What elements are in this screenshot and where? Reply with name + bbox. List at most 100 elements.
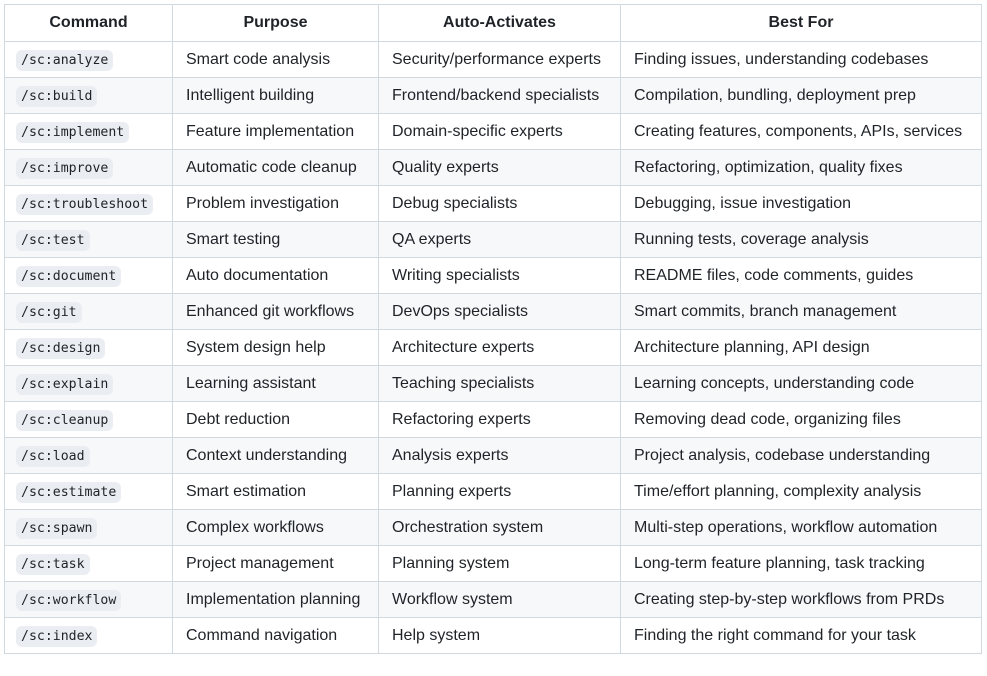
- best-for-cell: Learning concepts, understanding code: [620, 365, 982, 402]
- command-code: /sc:git: [16, 301, 82, 323]
- best-for-cell: Multi-step operations, workflow automati…: [620, 509, 982, 546]
- purpose-cell: System design help: [172, 329, 379, 366]
- purpose-cell: Automatic code cleanup: [172, 149, 379, 186]
- best-for-cell: Creating step-by-step workflows from PRD…: [620, 581, 982, 618]
- auto-activates-cell: Quality experts: [378, 149, 621, 186]
- auto-activates-cell: Analysis experts: [378, 437, 621, 474]
- auto-activates-cell: Debug specialists: [378, 185, 621, 222]
- purpose-cell: Command navigation: [172, 617, 379, 654]
- best-for-cell: Project analysis, codebase understanding: [620, 437, 982, 474]
- purpose-cell: Implementation planning: [172, 581, 379, 618]
- best-for-cell: Architecture planning, API design: [620, 329, 982, 366]
- table-row: /sc:implement Feature implementation Domai…: [4, 113, 982, 150]
- auto-activates-cell: Workflow system: [378, 581, 621, 618]
- best-for-cell: Removing dead code, organizing files: [620, 401, 982, 438]
- command-code: /sc:spawn: [16, 517, 98, 539]
- best-for-cell: Finding the right command for your task: [620, 617, 982, 654]
- purpose-cell: Smart code analysis: [172, 41, 379, 78]
- command-cell: /sc:git: [4, 293, 173, 330]
- purpose-cell: Project management: [172, 545, 379, 582]
- auto-activates-cell: Domain-specific experts: [378, 113, 621, 150]
- header-best-for: Best For: [620, 4, 982, 42]
- purpose-cell: Auto documentation: [172, 257, 379, 294]
- auto-activates-cell: QA experts: [378, 221, 621, 258]
- command-code: /sc:build: [16, 85, 98, 107]
- table-header: Command Purpose Auto-Activates Best For: [4, 4, 982, 42]
- auto-activates-cell: Frontend/backend specialists: [378, 77, 621, 114]
- auto-activates-cell: Architecture experts: [378, 329, 621, 366]
- header-command: Command: [4, 4, 173, 42]
- command-code: /sc:index: [16, 625, 98, 647]
- table-row: /sc:explain Learning assistant Teaching sp…: [4, 365, 982, 402]
- command-cell: /sc:implement: [4, 113, 173, 150]
- table-row: /sc:design System design help Architecture…: [4, 329, 982, 366]
- command-cell: /sc:design: [4, 329, 173, 366]
- purpose-cell: Smart testing: [172, 221, 379, 258]
- auto-activates-cell: Refactoring experts: [378, 401, 621, 438]
- command-cell: /sc:improve: [4, 149, 173, 186]
- command-code: /sc:improve: [16, 157, 114, 179]
- header-row: Command Purpose Auto-Activates Best For: [4, 4, 982, 42]
- best-for-cell: Smart commits, branch management: [620, 293, 982, 330]
- best-for-cell: Debugging, issue investigation: [620, 185, 982, 222]
- command-cell: /sc:build: [4, 77, 173, 114]
- command-code: /sc:document: [16, 265, 122, 287]
- command-code: /sc:workflow: [16, 589, 122, 611]
- command-cell: /sc:explain: [4, 365, 173, 402]
- table-row: /sc:analyze Smart code analysis Security/p…: [4, 41, 982, 78]
- commands-table: Command Purpose Auto-Activates Best For …: [4, 4, 982, 654]
- auto-activates-cell: Orchestration system: [378, 509, 621, 546]
- command-cell: /sc:spawn: [4, 509, 173, 546]
- table-row: /sc:task Project management Planning syste…: [4, 545, 982, 582]
- command-cell: /sc:document: [4, 257, 173, 294]
- best-for-cell: Long-term feature planning, task trackin…: [620, 545, 982, 582]
- best-for-cell: Creating features, components, APIs, ser…: [620, 113, 982, 150]
- table-row: /sc:workflow Implementation planning Workf…: [4, 581, 982, 618]
- command-cell: /sc:test: [4, 221, 173, 258]
- table-row: /sc:cleanup Debt reduction Refactoring exp…: [4, 401, 982, 438]
- purpose-cell: Complex workflows: [172, 509, 379, 546]
- command-cell: /sc:troubleshoot: [4, 185, 173, 222]
- command-cell: /sc:index: [4, 617, 173, 654]
- command-code: /sc:load: [16, 445, 90, 467]
- best-for-cell: Running tests, coverage analysis: [620, 221, 982, 258]
- table-row: /sc:index Command navigation Help system Fi…: [4, 617, 982, 654]
- command-code: /sc:analyze: [16, 49, 114, 71]
- table-row: /sc:improve Automatic code cleanup Quality…: [4, 149, 982, 186]
- command-code: /sc:implement: [16, 121, 130, 143]
- purpose-cell: Feature implementation: [172, 113, 379, 150]
- purpose-cell: Enhanced git workflows: [172, 293, 379, 330]
- command-code: /sc:estimate: [16, 481, 122, 503]
- best-for-cell: Time/effort planning, complexity analysi…: [620, 473, 982, 510]
- purpose-cell: Context understanding: [172, 437, 379, 474]
- command-cell: /sc:task: [4, 545, 173, 582]
- auto-activates-cell: Security/performance experts: [378, 41, 621, 78]
- commands-table-container: Command Purpose Auto-Activates Best For …: [4, 4, 982, 654]
- auto-activates-cell: Writing specialists: [378, 257, 621, 294]
- purpose-cell: Smart estimation: [172, 473, 379, 510]
- table-row: /sc:document Auto documentation Writing sp…: [4, 257, 982, 294]
- command-cell: /sc:estimate: [4, 473, 173, 510]
- command-cell: /sc:workflow: [4, 581, 173, 618]
- table-body: /sc:analyze Smart code analysis Security/p…: [4, 41, 982, 654]
- table-row: /sc:troubleshoot Problem investigation Deb…: [4, 185, 982, 222]
- command-cell: /sc:load: [4, 437, 173, 474]
- command-code: /sc:task: [16, 553, 90, 575]
- best-for-cell: Finding issues, understanding codebases: [620, 41, 982, 78]
- command-code: /sc:explain: [16, 373, 114, 395]
- purpose-cell: Intelligent building: [172, 77, 379, 114]
- table-row: /sc:load Context understanding Analysis ex…: [4, 437, 982, 474]
- table-row: /sc:test Smart testing QA experts Running t…: [4, 221, 982, 258]
- header-auto-activates: Auto-Activates: [378, 4, 621, 42]
- command-cell: /sc:cleanup: [4, 401, 173, 438]
- table-row: /sc:estimate Smart estimation Planning exp…: [4, 473, 982, 510]
- best-for-cell: Compilation, bundling, deployment prep: [620, 77, 982, 114]
- command-code: /sc:test: [16, 229, 90, 251]
- auto-activates-cell: Planning experts: [378, 473, 621, 510]
- auto-activates-cell: Planning system: [378, 545, 621, 582]
- purpose-cell: Problem investigation: [172, 185, 379, 222]
- table-row: /sc:spawn Complex workflows Orchestration …: [4, 509, 982, 546]
- table-row: /sc:build Intelligent building Frontend/ba…: [4, 77, 982, 114]
- command-code: /sc:cleanup: [16, 409, 114, 431]
- table-row: /sc:git Enhanced git workflows DevOps spec…: [4, 293, 982, 330]
